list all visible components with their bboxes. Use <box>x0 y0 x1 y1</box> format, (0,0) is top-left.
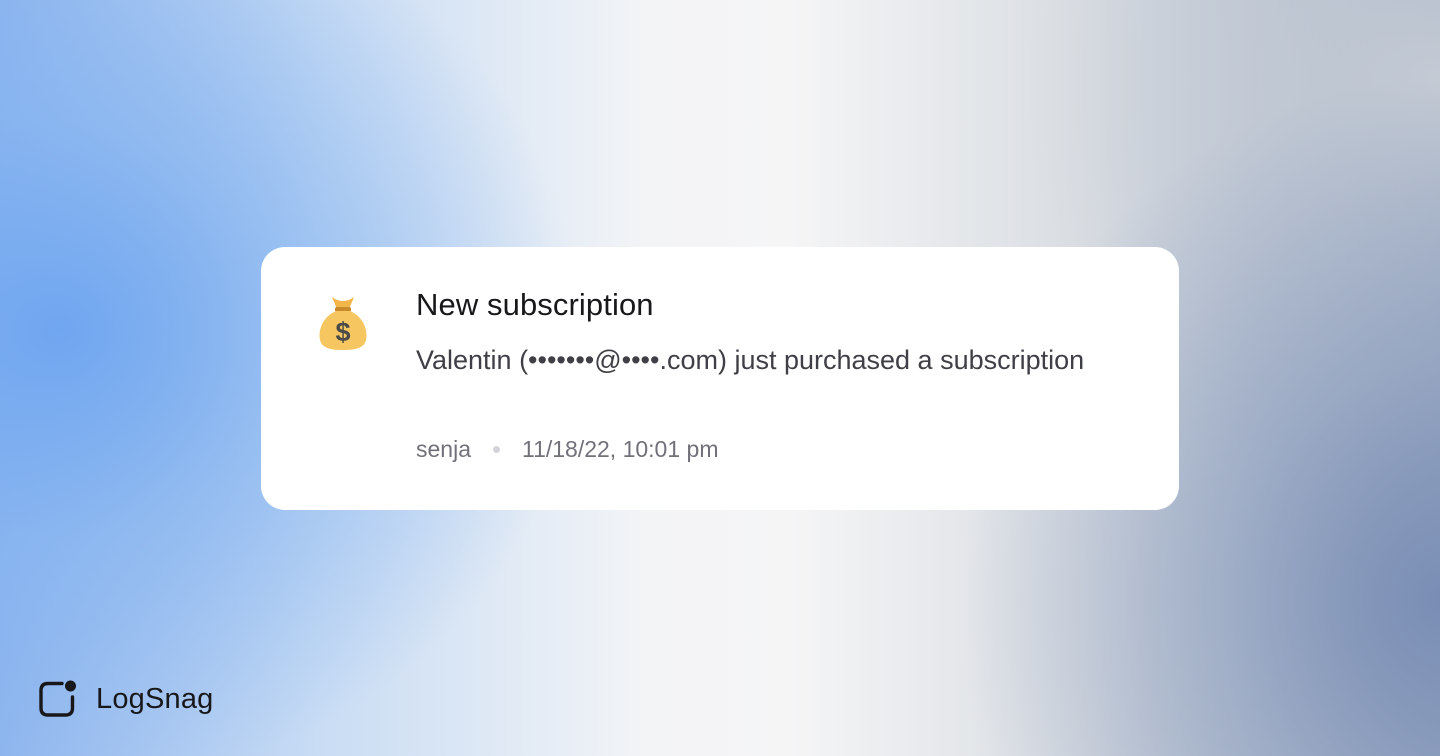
notification-message: Valentin (•••••••@••••.com) just purchas… <box>416 345 1085 375</box>
brand: LogSnag <box>38 680 214 718</box>
timestamp: 11/18/22, 10:01 pm <box>521 436 719 462</box>
notification-meta: senja 11/18/22, 10:01 pm <box>416 436 718 463</box>
separator-dot <box>492 446 500 453</box>
brand-name: LogSnag <box>96 682 214 715</box>
logsnag-logo-icon <box>39 680 76 717</box>
svg-text:$: $ <box>335 317 350 347</box>
money-bag-icon: $ <box>319 297 367 350</box>
notification-title: New subscription <box>416 287 654 322</box>
channel-label[interactable]: senja <box>416 436 471 463</box>
notification-card[interactable]: $ New subscription Valentin (•••••••@•••… <box>261 247 1179 510</box>
